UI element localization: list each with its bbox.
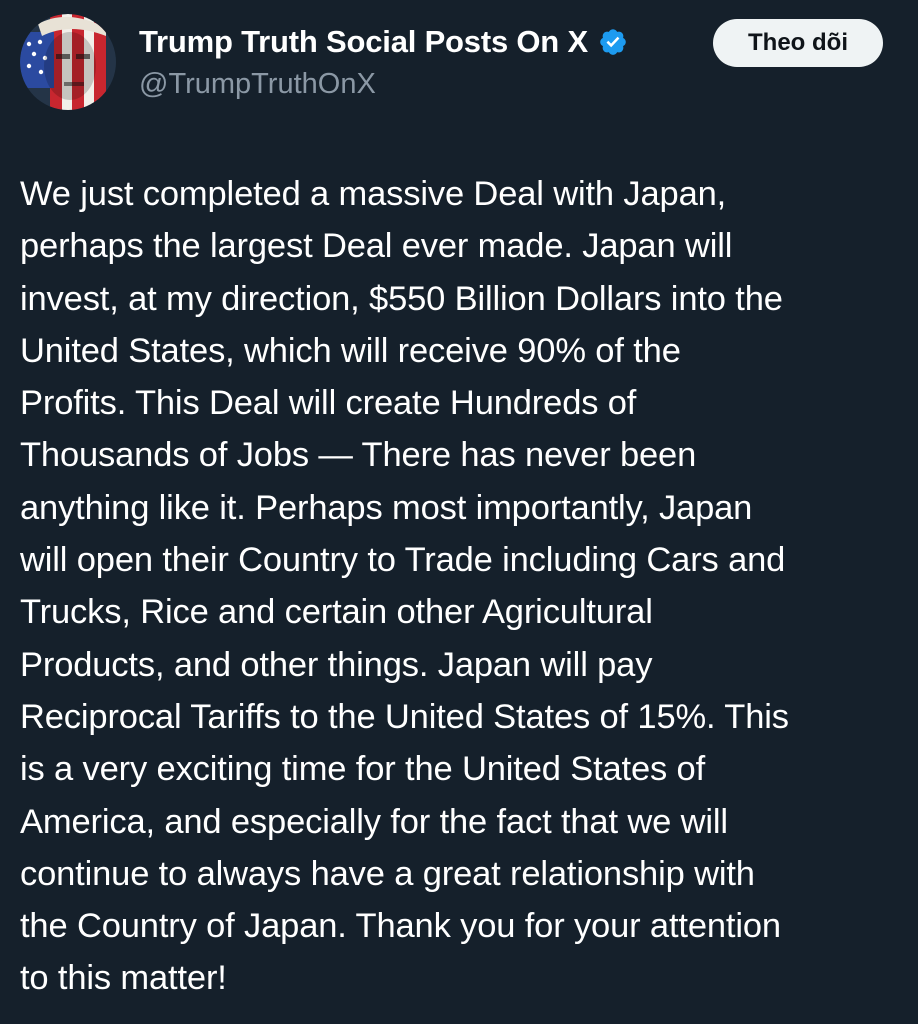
- post-text-line: to this matter!: [20, 959, 227, 998]
- post-text-line: anything like it. Perhaps most important…: [20, 488, 753, 527]
- post-text-line: the Country of Japan. Thank you for your…: [20, 907, 781, 946]
- verified-badge-icon: [600, 29, 626, 55]
- post-text-line: Thousands of Jobs — There has never been: [20, 436, 697, 475]
- post-text-line: Trucks, Rice and certain other Agricultu…: [20, 593, 653, 632]
- post-text-line: continue to always have a great relation…: [20, 854, 755, 893]
- follow-button[interactable]: Theo dõi: [713, 19, 883, 67]
- post-text: We just completed a massive Deal with Ja…: [20, 168, 905, 1005]
- display-name[interactable]: Trump Truth Social Posts On X: [139, 24, 588, 60]
- post-text-line: invest, at my direction, $550 Billion Do…: [20, 279, 783, 318]
- post-text-line: America, and especially for the fact tha…: [20, 802, 728, 841]
- post-card: Trump Truth Social Posts On X @TrumpTrut…: [0, 0, 918, 1024]
- avatar[interactable]: [20, 14, 116, 110]
- post-text-line: Products, and other things. Japan will p…: [20, 645, 653, 684]
- post-text-line: Reciprocal Tariffs to the United States …: [20, 697, 789, 736]
- post-text-line: will open their Country to Trade includi…: [20, 541, 786, 580]
- flag-portrait-avatar-icon: [20, 14, 116, 110]
- post-text-line: Profits. This Deal will create Hundreds …: [20, 384, 637, 423]
- post-text-line: We just completed a massive Deal with Ja…: [20, 175, 727, 213]
- account-name-row: Trump Truth Social Posts On X: [139, 22, 628, 62]
- account-handle[interactable]: @TrumpTruthOnX: [139, 68, 376, 101]
- post-text-line: United States, which will receive 90% of…: [20, 331, 681, 370]
- post-text-line: is a very exciting time for the United S…: [20, 750, 706, 789]
- post-text-line: perhaps the largest Deal ever made. Japa…: [20, 227, 733, 266]
